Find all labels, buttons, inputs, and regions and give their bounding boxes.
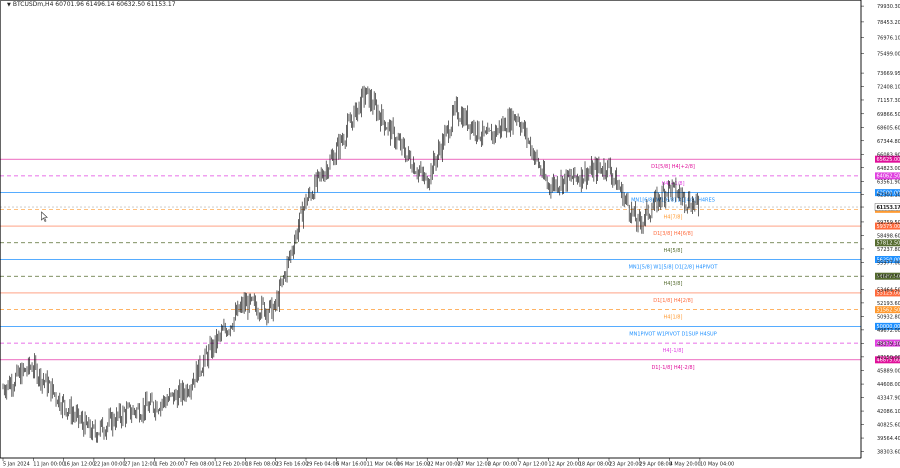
time-tick-label: 4 May 20:00 [670, 462, 701, 468]
level-label: D1[1/8] H4[2/8] [653, 298, 693, 304]
time-tick-label: 16 Jan 12:00 [64, 462, 96, 468]
price-tick-label: 45889.00 [877, 368, 900, 374]
time-tick-label: 22 Mar 00:00 [427, 462, 460, 468]
time-tick-label: 27 Mar 12:00 [458, 462, 491, 468]
price-tick-label: 42086.10 [877, 409, 900, 415]
axis-layer: 79930.30 78453.20 76976.10 75499.00 73669.95… [0, 0, 900, 468]
levels-layer: D1[5/8] H4[+2/8]65625.00H4[+1/8]64062.50… [0, 155, 900, 371]
time-tick-label: 12 Feb 20:00 [215, 462, 248, 468]
symbol-ohlc-text: BTCUSDm,H4 60701.96 61496.14 60632.50 61… [12, 1, 176, 8]
time-tick-label: 7 Apr 12:00 [518, 462, 547, 468]
trading-chart[interactable]: D1[5/8] H4[+2/8] 65625.00 H4[+1/8] 64062.50… [0, 0, 900, 468]
price-tick-label: 53464.50 [877, 287, 900, 293]
price-tick-label: 58498.60 [877, 233, 900, 239]
time-tick-label: 18 Apr 08:00 [579, 462, 612, 468]
level-label: H4[7/8] [664, 214, 683, 220]
price-tick-label: 43347.90 [877, 396, 900, 402]
symbol-info-header: ▼ BTCUSDm,H4 60701.96 61496.14 60632.50 6… [7, 1, 176, 8]
time-tick-label: 23 Feb 16:00 [276, 462, 309, 468]
price-tick-label: 73669.95 [877, 71, 900, 77]
price-tick-label: 78453.20 [877, 20, 900, 26]
time-tick-label: 10 May 04:00 [700, 462, 734, 468]
price-tick-label: 69866.50 [877, 112, 900, 118]
price-tick-label: 62301.10 [877, 193, 900, 199]
time-tick-label: 5 Jan 2024 [3, 462, 30, 468]
time-tick-label: 12 Apr 20:00 [548, 462, 581, 468]
time-tick-label: 1 Feb 20:00 [155, 462, 185, 468]
level-label: H4[5/8] [664, 248, 683, 254]
price-tick-label: 75499.00 [877, 52, 900, 58]
level-label: D1[3/8] H4[6/8] [653, 231, 693, 237]
level-price-tag-text: 51562.50 [877, 307, 900, 313]
time-tick-label: 29 Apr 08:00 [639, 462, 672, 468]
time-tick-label: 23 Apr 20:00 [609, 462, 642, 468]
time-tick-label: 18 Feb 08:00 [245, 462, 278, 468]
price-tick-label: 79930.30 [877, 4, 900, 10]
price-tick-label: 76976.10 [877, 36, 900, 42]
level-label: D1[-1/8] H4[-2/8] [651, 365, 694, 371]
price-tick-label: 44608.00 [877, 382, 900, 388]
price-tick-label: 67344.80 [877, 139, 900, 145]
price-tick-label: 55977.00 [877, 260, 900, 266]
time-tick-label: 11 Mar 04:00 [367, 462, 400, 468]
price-tick-label: 54697.50 [877, 274, 900, 280]
price-tick-label: 59759.50 [877, 220, 900, 226]
time-tick-label: 27 Jan 12:00 [124, 462, 156, 468]
dropdown-triangle-icon[interactable]: ▼ [7, 2, 11, 8]
price-tick-label: 66083.90 [877, 152, 900, 158]
level-label: H4[-1/8] [663, 348, 684, 354]
price-tick-label: 49672.00 [877, 328, 900, 334]
level-label: H4[3/8] [664, 281, 683, 287]
price-layer [2, 85, 699, 443]
price-tick-label: 48379.10 [877, 342, 900, 348]
price-tick-label: 52193.60 [877, 301, 900, 307]
price-tick-label: 63561.90 [877, 179, 900, 185]
plot-border [0, 0, 862, 459]
time-tick-label: 22 Jan 00:00 [94, 462, 126, 468]
price-tick-label: 72408.10 [877, 85, 900, 91]
price-tick-label: 68605.60 [877, 125, 900, 131]
price-tick-label: 40825.60 [877, 423, 900, 429]
price-tick-label: 50932.80 [877, 314, 900, 320]
price-tick-label: 71157.30 [877, 98, 900, 104]
level-label: D1[5/8] H4[+2/8] [651, 164, 695, 170]
price-tick-label: 57237.80 [877, 247, 900, 253]
level-label: MN1[5/8] W1[5/8] D1[2/8] H4PIVOT [629, 264, 719, 270]
time-tick-label: 11 Jan 00:00 [33, 462, 65, 468]
time-tick-label: 29 Feb 04:00 [306, 462, 339, 468]
mouse-cursor-icon [41, 211, 48, 222]
price-tick-label: 47150.00 [877, 355, 900, 361]
price-tick-label: 61153.17 [877, 205, 900, 211]
price-tick-label: 64823.00 [877, 166, 900, 172]
price-tick-label: 39564.40 [877, 436, 900, 442]
level-label: H4[+1/8] [661, 181, 684, 187]
chart-canvas[interactable]: D1[5/8] H4[+2/8]65625.00H4[+1/8]64062.50… [0, 0, 900, 468]
time-tick-label: 7 Feb 08:00 [185, 462, 215, 468]
time-tick-label: 5 Mar 16:00 [336, 462, 366, 468]
time-tick-label: 2 Apr 00:00 [488, 462, 517, 468]
level-price-tag-text: 57812.50 [877, 241, 900, 247]
level-label: MN1PIVOT W1PIVOT D1SUP H4SUP [629, 331, 716, 337]
level-label: H4[1/8] [664, 315, 683, 321]
level-label: MN1[6/8] W1[6/8] D1[4/8] H4RES [631, 198, 715, 204]
time-tick-label: 16 Mar 16:00 [397, 462, 430, 468]
price-tick-label: 38303.60 [877, 450, 900, 456]
